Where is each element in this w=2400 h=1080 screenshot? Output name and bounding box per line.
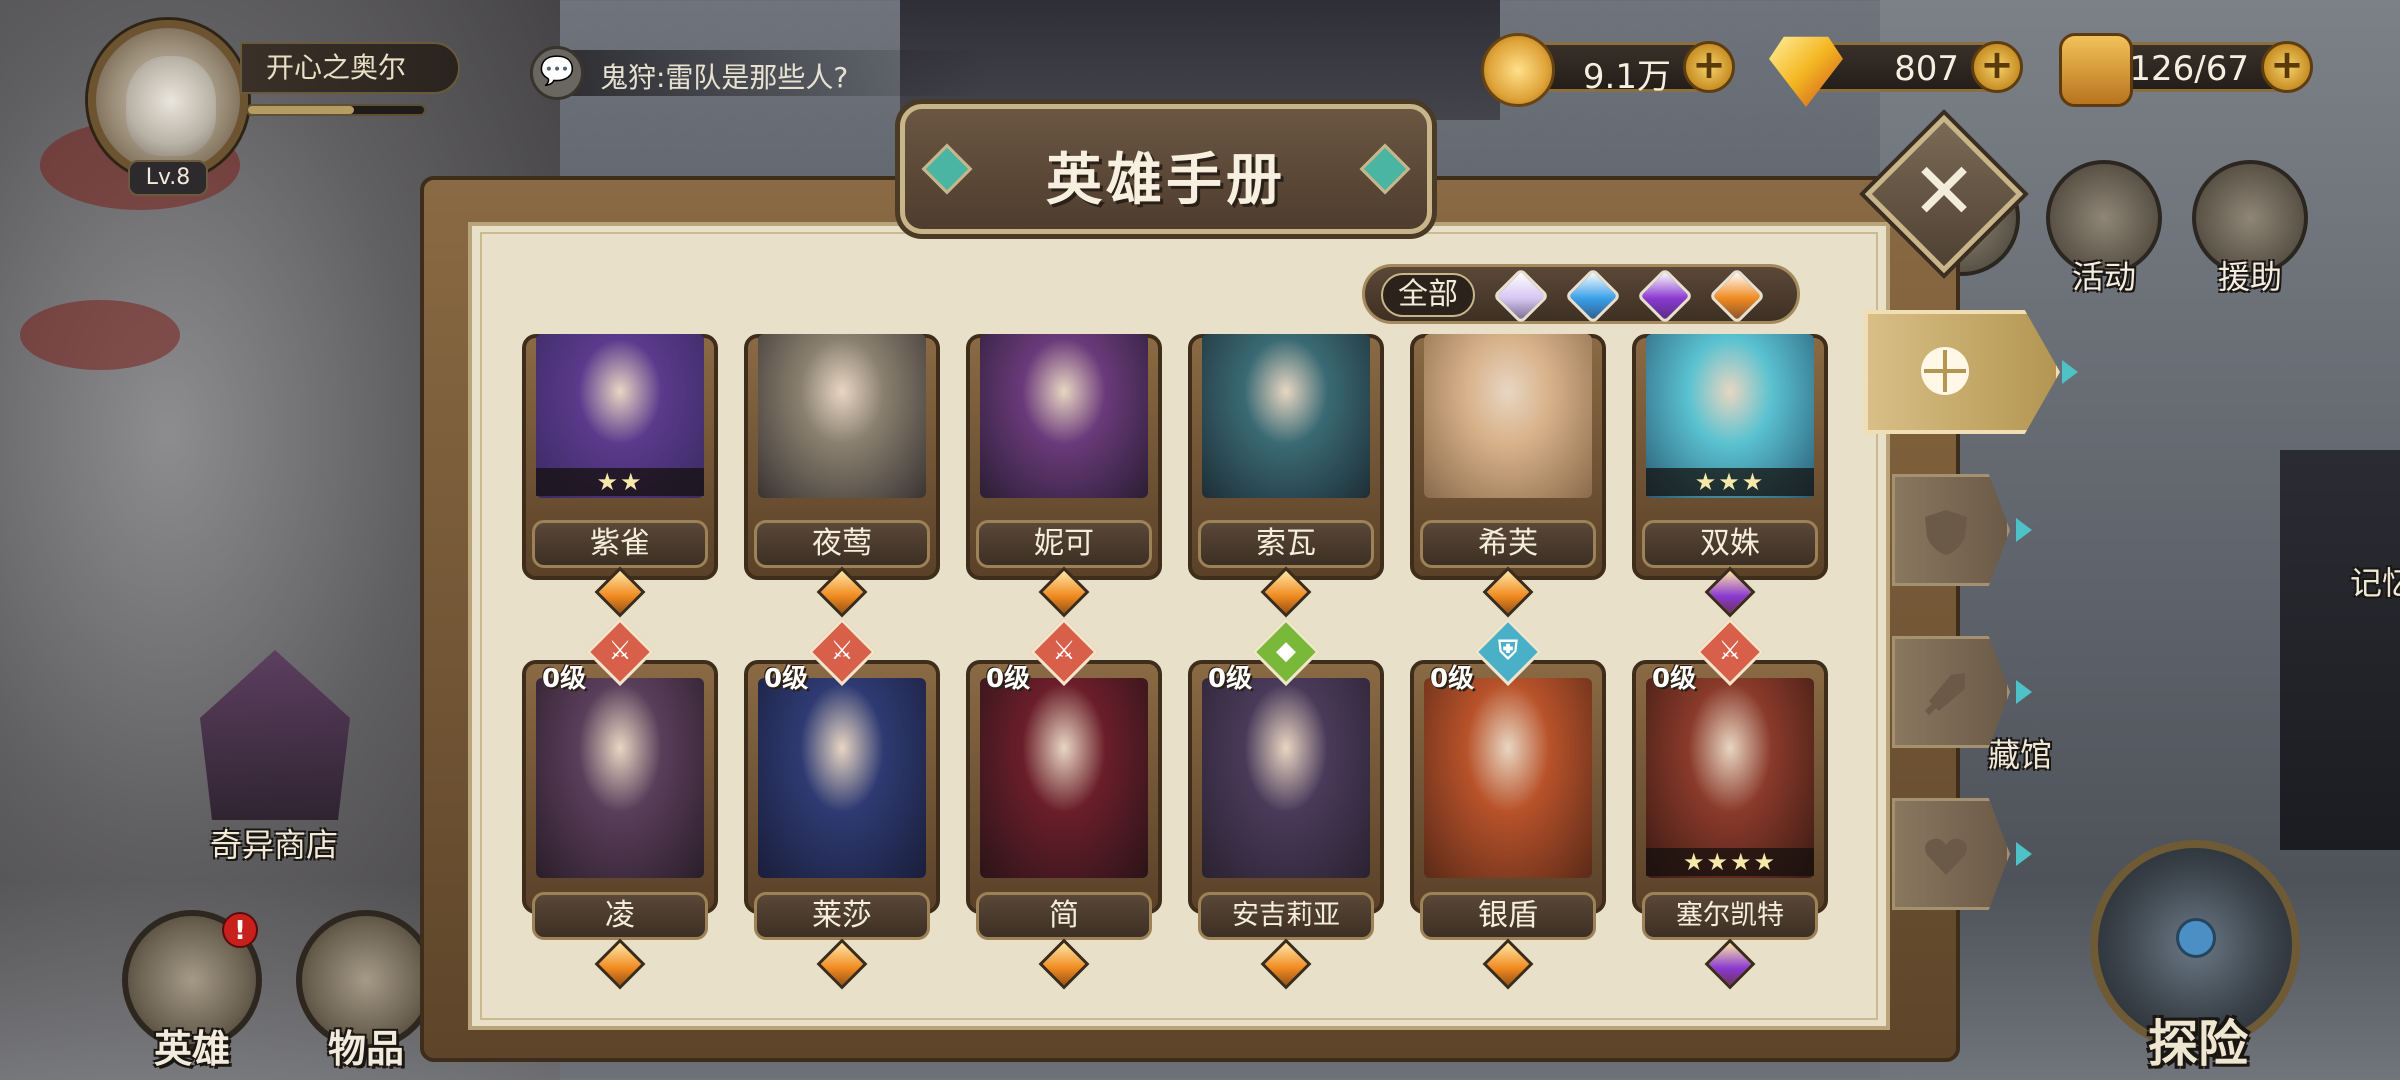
hero-level-label: 0级 <box>1652 664 1697 694</box>
side-tab-support[interactable] <box>1892 798 2010 910</box>
gold-add-button[interactable]: + <box>1683 41 1735 93</box>
tab-arrow-icon <box>2016 680 2032 704</box>
gold-coin-icon <box>1481 33 1555 107</box>
filter-gem-icon[interactable] <box>1708 267 1766 325</box>
strange-shop-label[interactable]: 奇异商店 <box>210 820 338 866</box>
hero-star-rating: ★★ <box>536 468 704 496</box>
hero-name: 安吉莉亚 <box>1198 892 1374 940</box>
hero-portrait <box>980 678 1148 878</box>
hero-portrait <box>980 334 1148 498</box>
grid-icon <box>1921 347 1969 395</box>
hero-portrait <box>1202 678 1370 878</box>
close-icon[interactable]: ✕ <box>1888 138 2000 250</box>
explore-label[interactable]: 探险 <box>2098 1004 2298 1076</box>
hero-name: 莱莎 <box>754 892 930 940</box>
hero-portrait <box>1202 334 1370 498</box>
filter-gem-icon[interactable] <box>1636 267 1694 325</box>
tab-active-arrow-icon <box>2062 360 2078 384</box>
stamina-value: 126/67 <box>2129 49 2249 89</box>
filter-gem-icon[interactable] <box>1564 267 1622 325</box>
gem-add-button[interactable]: + <box>1971 41 2023 93</box>
memory-label[interactable]: 记忆 <box>2350 558 2400 604</box>
player-exp-bar <box>246 104 426 116</box>
hero-portrait <box>536 678 704 878</box>
hero-portrait <box>758 678 926 878</box>
player-level-badge: Lv.8 <box>128 160 208 196</box>
gold-value: 9.1万 <box>1582 57 1671 97</box>
background-blood-stain <box>20 300 180 370</box>
modal-title-plate: 英雄手册 <box>900 104 1432 234</box>
player-avatar[interactable] <box>88 20 248 180</box>
tab-arrow-icon <box>2016 518 2032 542</box>
stamina-add-button[interactable]: + <box>2261 41 2313 93</box>
hero-star-rating: ★★★ <box>1646 468 1814 496</box>
hero-role-icon: ◆ <box>1276 636 1296 666</box>
side-tab-all[interactable] <box>1864 310 2060 434</box>
hero-portrait <box>1424 678 1592 878</box>
hero-name: 妮可 <box>976 520 1152 568</box>
hero-role-icon: ⚔ <box>1718 636 1742 666</box>
hero-level-label: 0级 <box>986 664 1031 694</box>
hero-name: 塞尔凯特 <box>1642 892 1818 940</box>
shield-icon <box>1925 510 1967 555</box>
explore-gem-icon <box>2176 918 2216 958</box>
hero-name: 银盾 <box>1420 892 1596 940</box>
rarity-filter-bar: 全部 <box>1362 264 1800 325</box>
player-name[interactable]: 开心之奥尔 <box>240 42 460 94</box>
hero-role-icon: ⚔ <box>830 636 854 666</box>
filter-gem-icon[interactable] <box>1492 267 1550 325</box>
hero-name: 简 <box>976 892 1152 940</box>
sword-icon <box>1924 673 1965 716</box>
heart-icon <box>1925 838 1967 875</box>
hero-level-label: 0级 <box>1208 664 1253 694</box>
hero-portrait <box>758 334 926 498</box>
hero-name: 索瓦 <box>1198 520 1374 568</box>
hero-nav-label[interactable]: 英雄 <box>122 1018 262 1073</box>
chat-message: 鬼狩:雷队是那些人? <box>600 61 849 94</box>
avatar-portrait <box>126 56 216 156</box>
hero-name: 双姝 <box>1642 520 1818 568</box>
hero-star-rating: ★★★★ <box>1646 848 1814 876</box>
hero-portrait <box>1424 334 1592 498</box>
hero-name: 夜莺 <box>754 520 930 568</box>
chat-ticker[interactable]: 💬 鬼狩:雷队是那些人? <box>530 46 990 100</box>
food-basket-icon <box>2059 33 2133 107</box>
items-nav-label[interactable]: 物品 <box>296 1018 436 1073</box>
player-exp-fill <box>248 106 354 114</box>
hero-name: 希芙 <box>1420 520 1596 568</box>
gem-counter: 807 + <box>1769 36 2023 107</box>
hero-role-icon: ⚔ <box>608 636 632 666</box>
gold-counter: 9.1万 + <box>1481 33 1735 107</box>
side-tab-defense[interactable] <box>1892 474 2010 586</box>
gem-value: 807 <box>1894 49 1959 89</box>
hero-name: 凌 <box>532 892 708 940</box>
assist-label[interactable]: 援助 <box>2180 252 2320 298</box>
hero-role-icon: ⚔ <box>1052 636 1076 666</box>
hero-level-label: 0级 <box>1430 664 1475 694</box>
side-tab-attack[interactable] <box>1892 636 2010 748</box>
background-tower <box>2280 450 2400 850</box>
filter-all-button[interactable]: 全部 <box>1381 273 1475 317</box>
activity-label[interactable]: 活动 <box>2034 252 2174 298</box>
stamina-counter: 126/67 + <box>2059 33 2313 107</box>
hero-level-label: 0级 <box>542 664 587 694</box>
tab-arrow-icon <box>2016 842 2032 866</box>
modal-title: 英雄手册 <box>1046 148 1286 213</box>
hero-notification-badge: ! <box>222 912 258 948</box>
background-top-shadow <box>900 0 1500 120</box>
hero-name: 紫雀 <box>532 520 708 568</box>
diamond-icon <box>1769 36 1843 107</box>
hero-role-icon: ⛨ <box>1498 636 1518 666</box>
hero-level-label: 0级 <box>764 664 809 694</box>
museum-label[interactable]: 藏馆 <box>1988 730 2052 776</box>
chat-bubble-icon[interactable]: 💬 <box>530 46 584 100</box>
